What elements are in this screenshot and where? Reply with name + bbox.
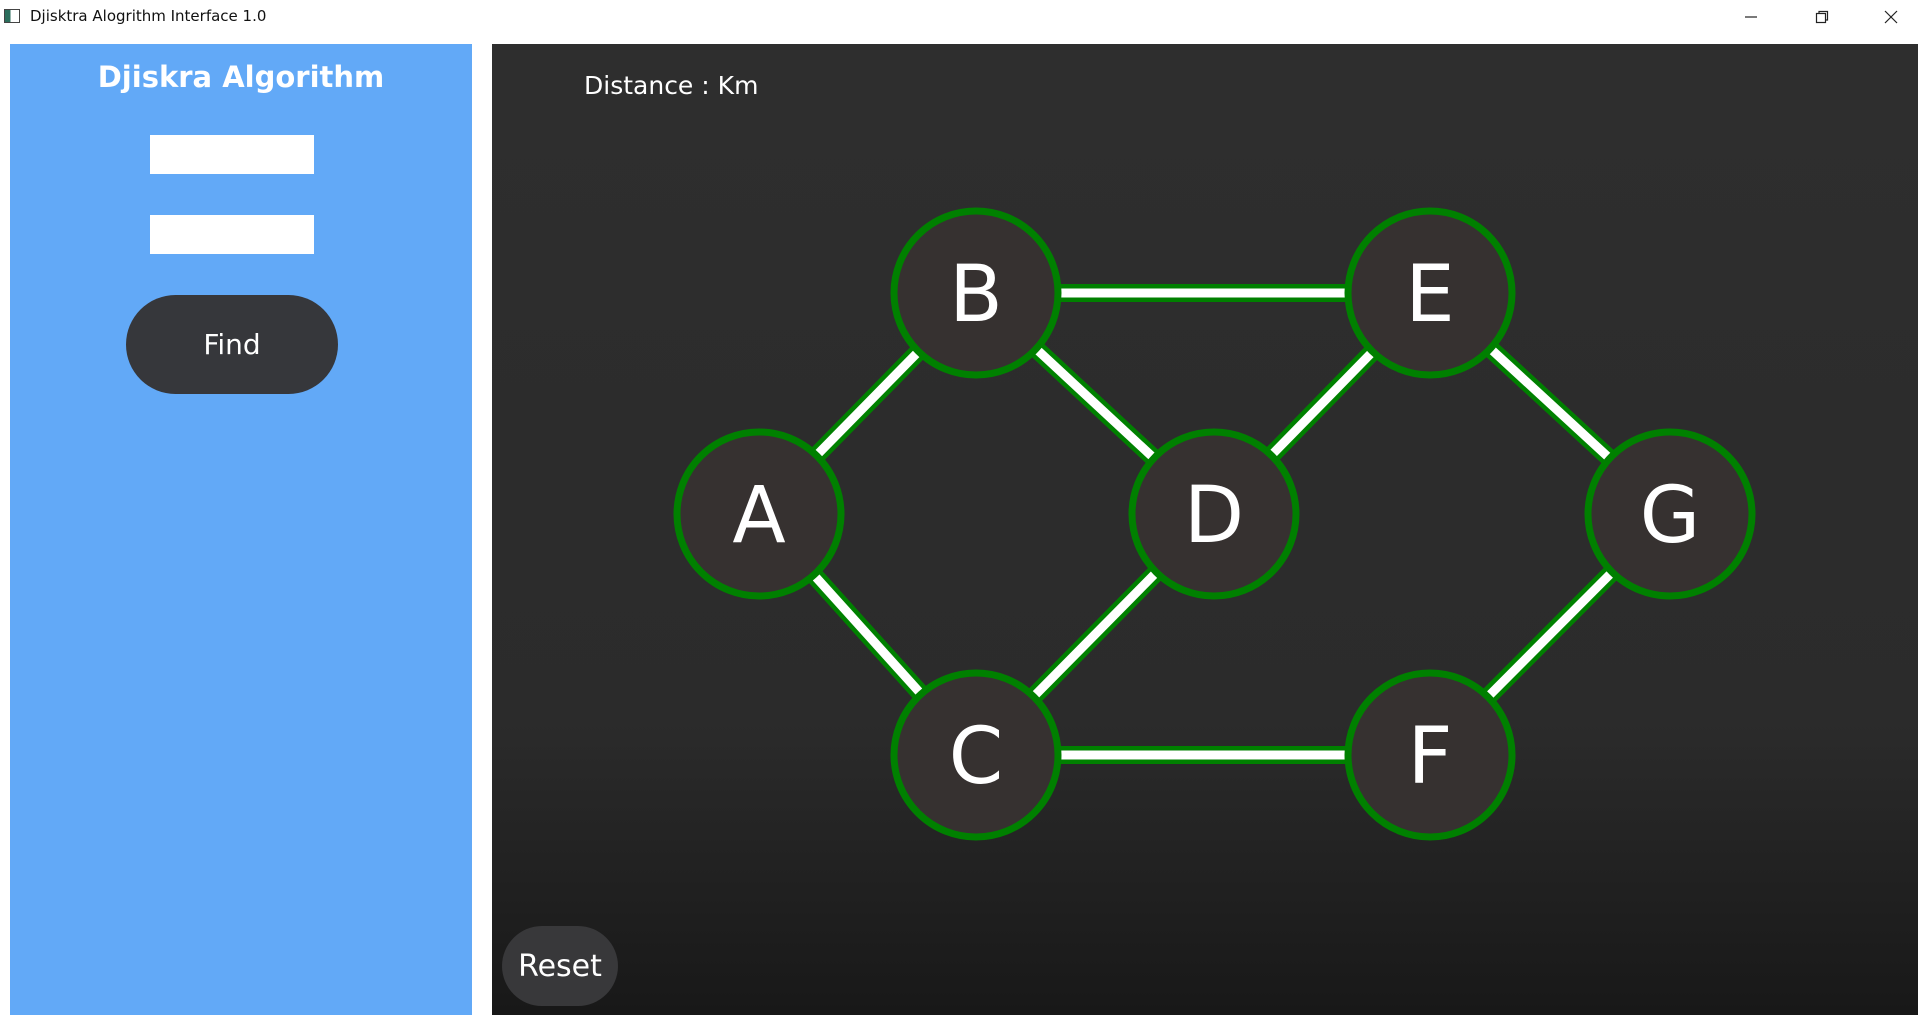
find-button[interactable]: Find [126,295,338,394]
node-label: G [1640,471,1700,561]
node-label: B [949,250,1003,340]
source-node-input[interactable] [150,135,314,174]
graph-node-e[interactable]: E [1344,207,1516,379]
graph-node-g[interactable]: G [1584,428,1756,600]
node-label: D [1184,471,1244,561]
graph-canvas: Distance : Km ABCDEFG Reset [492,44,1918,1015]
node-label: F [1408,712,1453,802]
title-bar[interactable]: Djisktra Alogrithm Interface 1.0 [0,0,1920,36]
window-title: Djisktra Alogrithm Interface 1.0 [30,7,267,25]
nodes-layer: A B C D E F G [673,207,1756,841]
graph-node-d[interactable]: D [1128,428,1300,600]
graph-node-c[interactable]: C [890,669,1062,841]
node-label: E [1405,250,1454,340]
restore-icon [1815,10,1829,24]
graph-diagram: A B C D E F G [673,207,1756,841]
close-icon [1884,10,1898,24]
control-panel: Djiskra Algorithm Find [10,44,472,1015]
close-button[interactable] [1862,0,1920,34]
app-icon [4,9,20,23]
reset-button[interactable]: Reset [502,926,618,1006]
graph-node-b[interactable]: B [890,207,1062,379]
restore-button[interactable] [1793,0,1851,34]
app-window: Djisktra Alogrithm Interface 1.0 Djiskra… [0,0,1920,1019]
minimize-icon [1745,16,1757,18]
minimize-button[interactable] [1722,0,1780,34]
graph-node-a[interactable]: A [673,428,845,600]
node-label: C [949,712,1003,802]
panel-title: Djiskra Algorithm [97,60,385,94]
node-label: A [732,471,785,561]
target-node-input[interactable] [150,215,314,254]
graph-node-f[interactable]: F [1344,669,1516,841]
